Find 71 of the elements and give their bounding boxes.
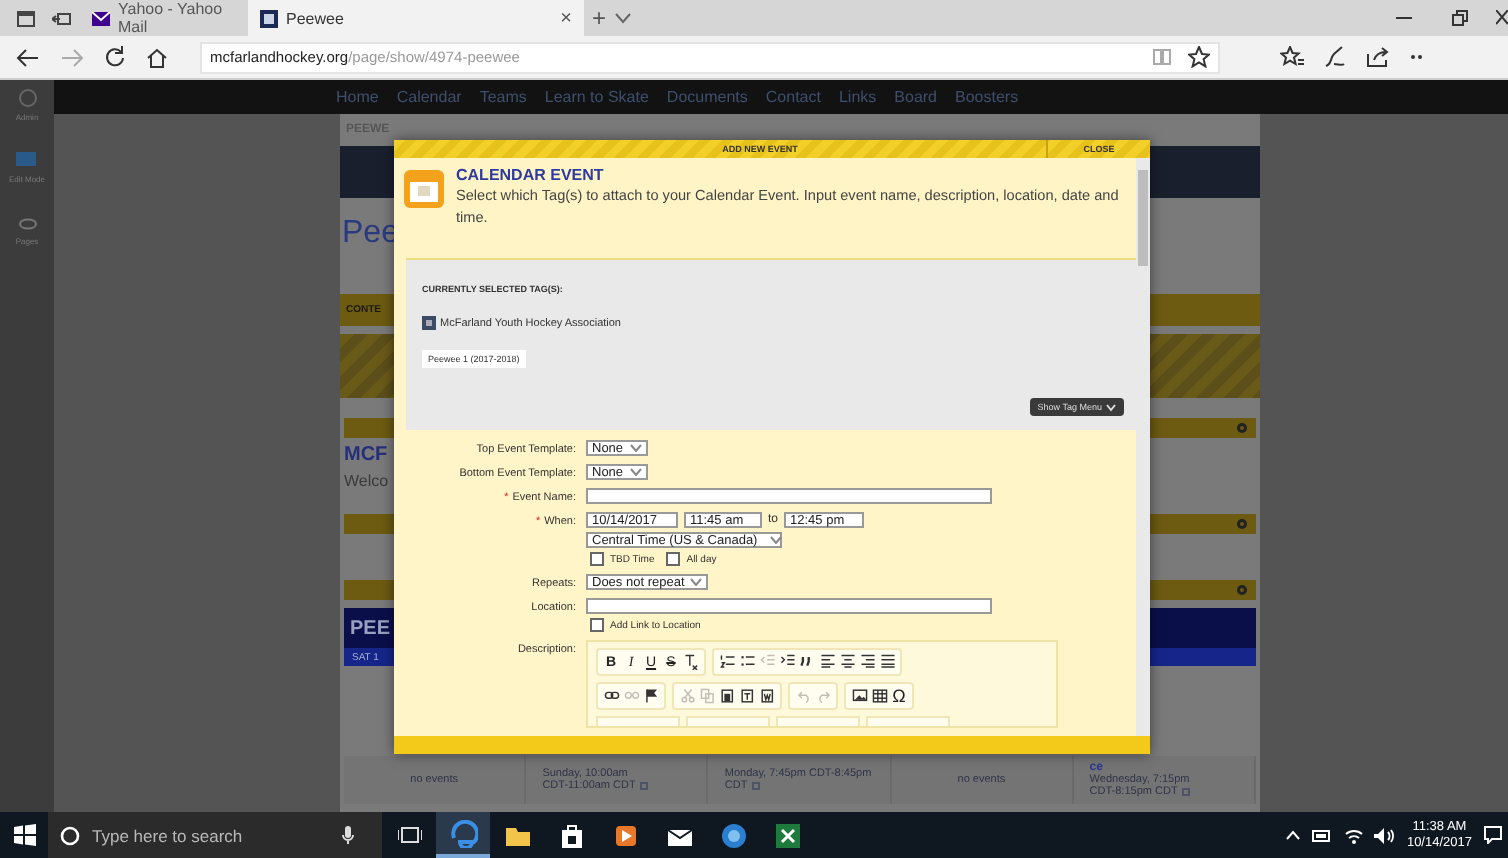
justify-icon[interactable]: [879, 654, 895, 670]
caret-icon: [629, 444, 642, 452]
team-name: PEE: [350, 617, 391, 639]
tabs-aside-icon[interactable]: [16, 9, 36, 27]
gear-icon[interactable]: [1236, 518, 1248, 530]
scrollbar-thumb[interactable]: [1138, 170, 1148, 266]
tab-preview-icon[interactable]: [52, 9, 72, 27]
calendar-icon: [402, 166, 446, 210]
link-icon[interactable]: [603, 688, 619, 704]
align-center-icon[interactable]: [839, 654, 855, 670]
pen-icon[interactable]: [1324, 46, 1346, 68]
paste-document-icon[interactable]: [759, 688, 775, 704]
paste-text-icon[interactable]: [739, 688, 755, 704]
dialog-title: CALENDAR EVENT: [456, 166, 606, 184]
volume-icon[interactable]: [1374, 827, 1395, 843]
battery-icon[interactable]: [1312, 829, 1333, 841]
input-field[interactable]: [586, 488, 992, 504]
section-text: Welco: [344, 472, 389, 490]
chevron-down-icon: [1106, 403, 1116, 411]
checkbox[interactable]: [590, 552, 604, 566]
chevron-down-icon[interactable]: [614, 12, 633, 24]
caret-icon: [629, 468, 642, 476]
tab-title: Yahoo - Yahoo Mail: [118, 0, 225, 36]
close-window-icon[interactable]: [1496, 10, 1508, 26]
checkbox[interactable]: [666, 552, 681, 566]
paste-icon[interactable]: [719, 688, 735, 704]
media-player-icon[interactable]: [611, 821, 639, 849]
star-icon[interactable]: [1188, 46, 1210, 68]
favorites-icon[interactable]: [1280, 46, 1304, 68]
flag-icon[interactable]: [643, 688, 659, 704]
task-view-icon[interactable]: [397, 826, 421, 844]
caret-icon: [690, 578, 703, 586]
indent-icon[interactable]: [779, 654, 795, 670]
wifi-icon[interactable]: [1344, 827, 1365, 843]
share-icon[interactable]: [1366, 46, 1390, 68]
search-field[interactable]: Type here to search: [48, 812, 382, 858]
align-right-icon[interactable]: [859, 654, 875, 670]
notification-icon[interactable]: [1484, 826, 1502, 844]
chevron-up-icon[interactable]: [1286, 830, 1301, 840]
caret-icon: [769, 536, 782, 544]
browser-tab[interactable]: Peewee ×: [248, 0, 584, 36]
checkbox[interactable]: [590, 618, 604, 632]
search-icon: [60, 825, 80, 845]
restore-icon[interactable]: [1452, 10, 1468, 26]
tab-title: Peewee: [286, 9, 344, 27]
gear-icon[interactable]: [1236, 584, 1248, 596]
microphone-icon[interactable]: [342, 826, 354, 844]
more-icon[interactable]: [1410, 54, 1422, 60]
section-title: MCF: [344, 444, 388, 466]
align-left-icon[interactable]: [819, 654, 835, 670]
table-icon[interactable]: [871, 688, 887, 704]
windows-start-icon[interactable]: [13, 824, 35, 846]
quote-icon[interactable]: [799, 654, 815, 670]
scrollbar[interactable]: [1136, 158, 1150, 736]
image-icon[interactable]: [851, 688, 867, 704]
home-icon[interactable]: [146, 47, 168, 67]
input-field[interactable]: [586, 598, 992, 614]
bulleted-list-icon[interactable]: [739, 654, 755, 670]
close-tab-button[interactable]: ×: [560, 7, 572, 29]
globe-icon[interactable]: [719, 821, 747, 849]
remove-format-icon[interactable]: [683, 654, 699, 670]
shopping-bag-icon[interactable]: [557, 821, 585, 849]
refresh-icon[interactable]: [104, 46, 126, 68]
new-tab-button[interactable]: +: [584, 4, 615, 32]
gear-icon[interactable]: [1236, 422, 1248, 434]
spreadsheet-icon[interactable]: [773, 821, 801, 849]
back-arrow-icon[interactable]: [16, 47, 40, 67]
special-character-button[interactable]: Ω: [890, 686, 908, 706]
numbered-list-icon[interactable]: [719, 654, 735, 670]
edge-browser-icon[interactable]: [449, 819, 477, 847]
envelope-icon: [92, 11, 110, 25]
